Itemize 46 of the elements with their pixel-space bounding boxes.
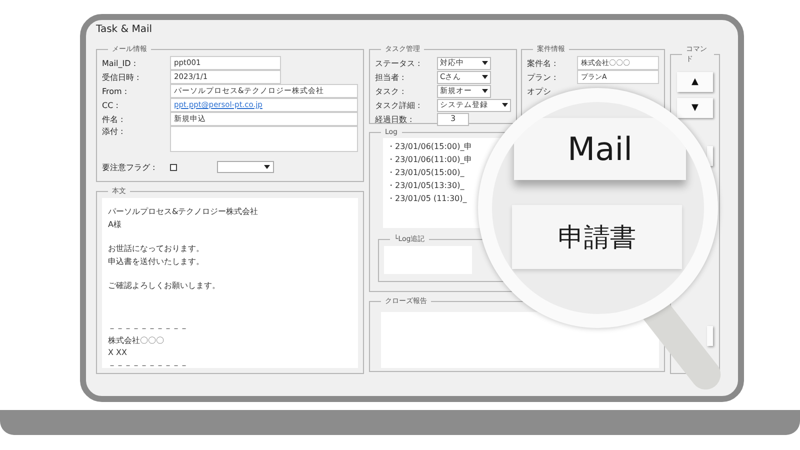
log-entry[interactable]: ・23/01/05(15:00)_ [387,167,464,180]
field-label: 経過日数 : [375,114,414,124]
field-label: 受信日時 : [102,72,140,82]
mail-button[interactable]: Mail [514,118,686,180]
log-entry[interactable]: ・23/01/06(15:00)_申 [387,141,472,154]
close-report-field[interactable] [381,312,659,368]
body-text: －－－－－－－－－－ [108,361,188,370]
log-entry[interactable]: ・23/01/05(13:30)_ [387,180,464,193]
body-text: パーソルプロセス&テクノロジー株式会社 [108,207,258,216]
body-text: X XX [108,348,127,356]
body-text: ご確認よろしくお願いします。 [108,281,220,290]
field-label: CC : [102,100,120,110]
up-button[interactable]: ▲ [677,72,713,92]
field-label: タスク詳細 : [375,100,422,110]
field-label: 担当者 : [375,72,406,82]
caret-icon [502,103,508,107]
field-label: プラン : [527,72,558,82]
caret-icon [264,165,270,169]
dropdown[interactable] [217,161,274,173]
log-entry[interactable]: ・23/01/06(11:00)_申 [387,154,472,167]
caret-icon [482,61,488,65]
application-button[interactable]: 申請書 [512,205,682,269]
window-title: Task & Mail [96,24,154,37]
log-entry[interactable]: ・23/01/05 (11:30)_ [387,193,467,206]
checkbox[interactable] [170,164,177,170]
attachment-field[interactable] [170,126,358,152]
body-text: 株式会社〇〇〇 [108,336,164,345]
field-label: 添付 : [102,126,124,137]
field-label: From : [102,86,128,96]
mail-body-field[interactable]: パーソルプロセス&テクノロジー株式会社 A様 お世話になっております。 申込書を送付いたします。 ご確認よろしくお願いします。 －－－－－－－－－－ 株式会社〇〇〇 X XX －－－－－－－－－－ [102,198,358,368]
number-field[interactable]: 3 [437,112,469,126]
caret-icon [482,89,488,93]
body-text: A様 [108,220,122,228]
field-label: 件名 : [102,114,124,124]
field-label: タスク : [375,86,406,96]
command-button[interactable] [707,326,713,346]
down-button[interactable]: ▼ [677,98,713,118]
field-label: ステータス : [375,58,422,68]
field-label: オプシ [527,86,552,96]
body-text: －－－－－－－－－－ [108,324,188,332]
field-label: 案件名 : [527,58,558,68]
field-label: 要注意フラグ : [102,162,156,172]
body-text: お世話になっております。 [108,244,204,253]
field-label: Mail_ID : [102,58,138,68]
body-text: 申込書を送付いたします。 [108,256,204,266]
caret-icon [482,75,488,79]
